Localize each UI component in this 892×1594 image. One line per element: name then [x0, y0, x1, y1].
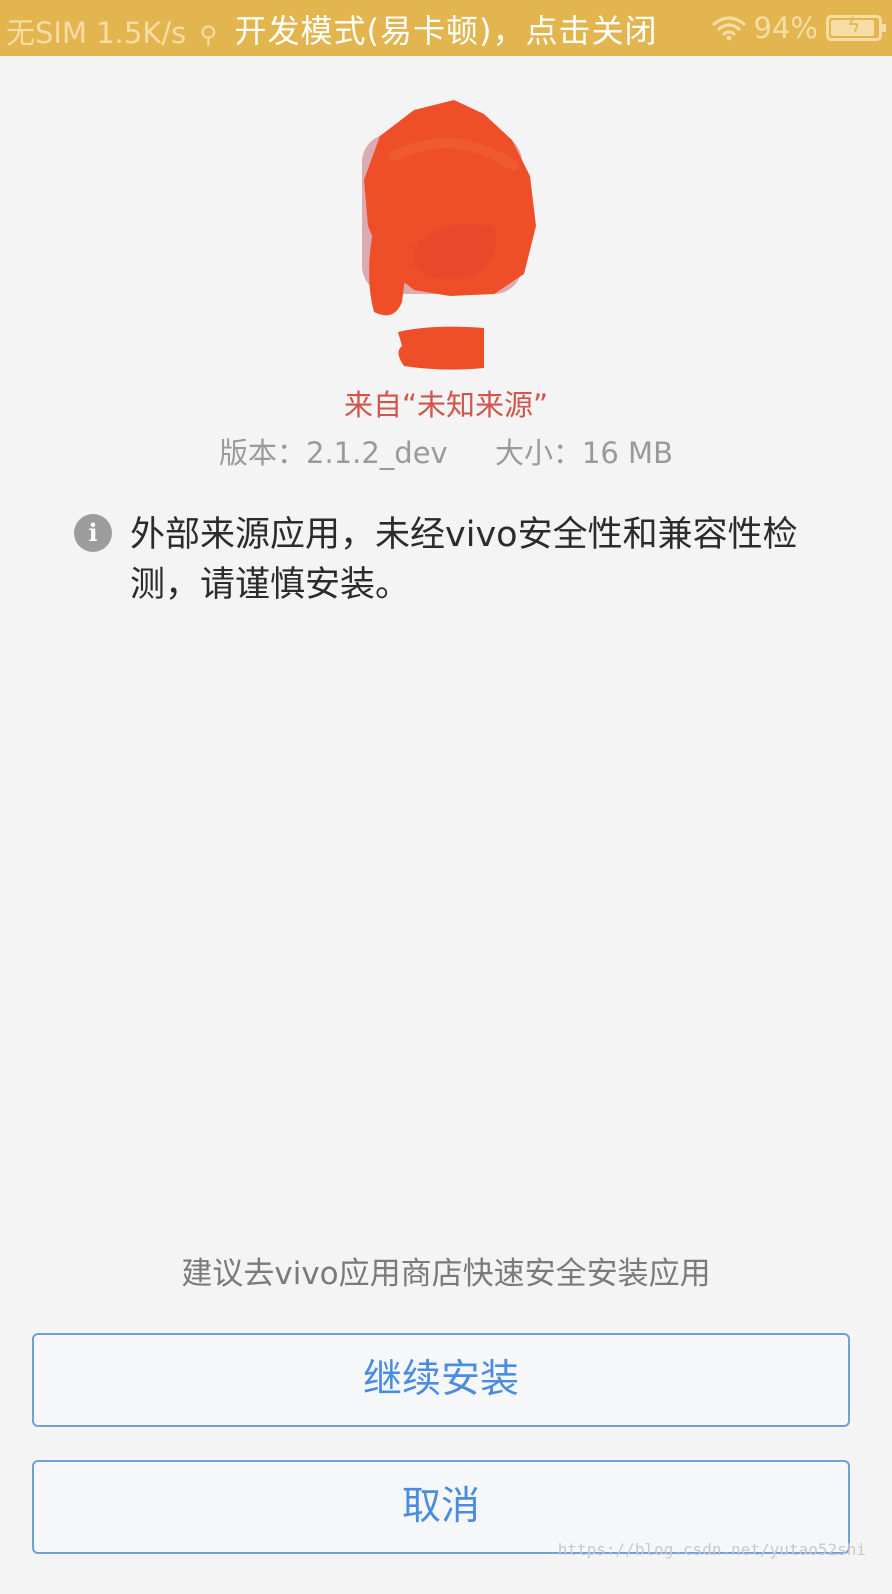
- continue-install-button[interactable]: 继续安装: [32, 1333, 850, 1427]
- warning-text: 外部来源应用，未经vivo安全性和兼容性检测，请谨慎安装。: [130, 515, 798, 605]
- app-meta: 版本：2.1.2_dev 大小：16 MB: [0, 430, 892, 472]
- version-label: 版本：2.1.2_dev: [219, 436, 448, 470]
- battery-percent: 94%: [753, 11, 818, 45]
- status-bar[interactable]: 无SIM 1.5K/s ⚲ 开发模式(易卡顿)，点击关闭 94% ϟ: [0, 0, 892, 56]
- source-label: 来自“未知来源”: [343, 388, 549, 422]
- install-screen: 无SIM 1.5K/s ⚲ 开发模式(易卡顿)，点击关闭 94% ϟ 来自“未知…: [0, 0, 892, 1594]
- watermark-text: https://blog.csdn.net/yutao52shi: [557, 1540, 866, 1559]
- wifi-icon: [711, 15, 746, 41]
- size-label: 大小：16 MB: [494, 436, 673, 470]
- status-right: 94% ϟ: [711, 10, 886, 46]
- info-icon: i: [74, 514, 112, 552]
- battery-charging-icon: ϟ: [826, 13, 886, 41]
- app-icon-redacted: [354, 96, 544, 326]
- app-store-suggestion: 建议去vivo应用商店快速安全安装应用: [181, 1256, 711, 1292]
- app-name-redacted: [392, 322, 490, 372]
- charging-bolt-icon: ϟ: [847, 13, 861, 37]
